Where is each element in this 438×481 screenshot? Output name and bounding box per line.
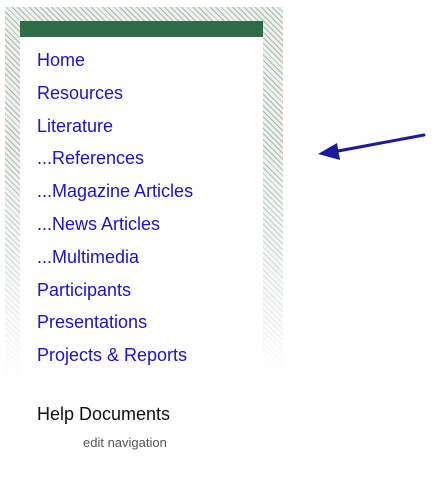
- screenshot-stage: Home Resources Literature ...References …: [0, 0, 438, 481]
- left-arrow-icon: [318, 133, 426, 160]
